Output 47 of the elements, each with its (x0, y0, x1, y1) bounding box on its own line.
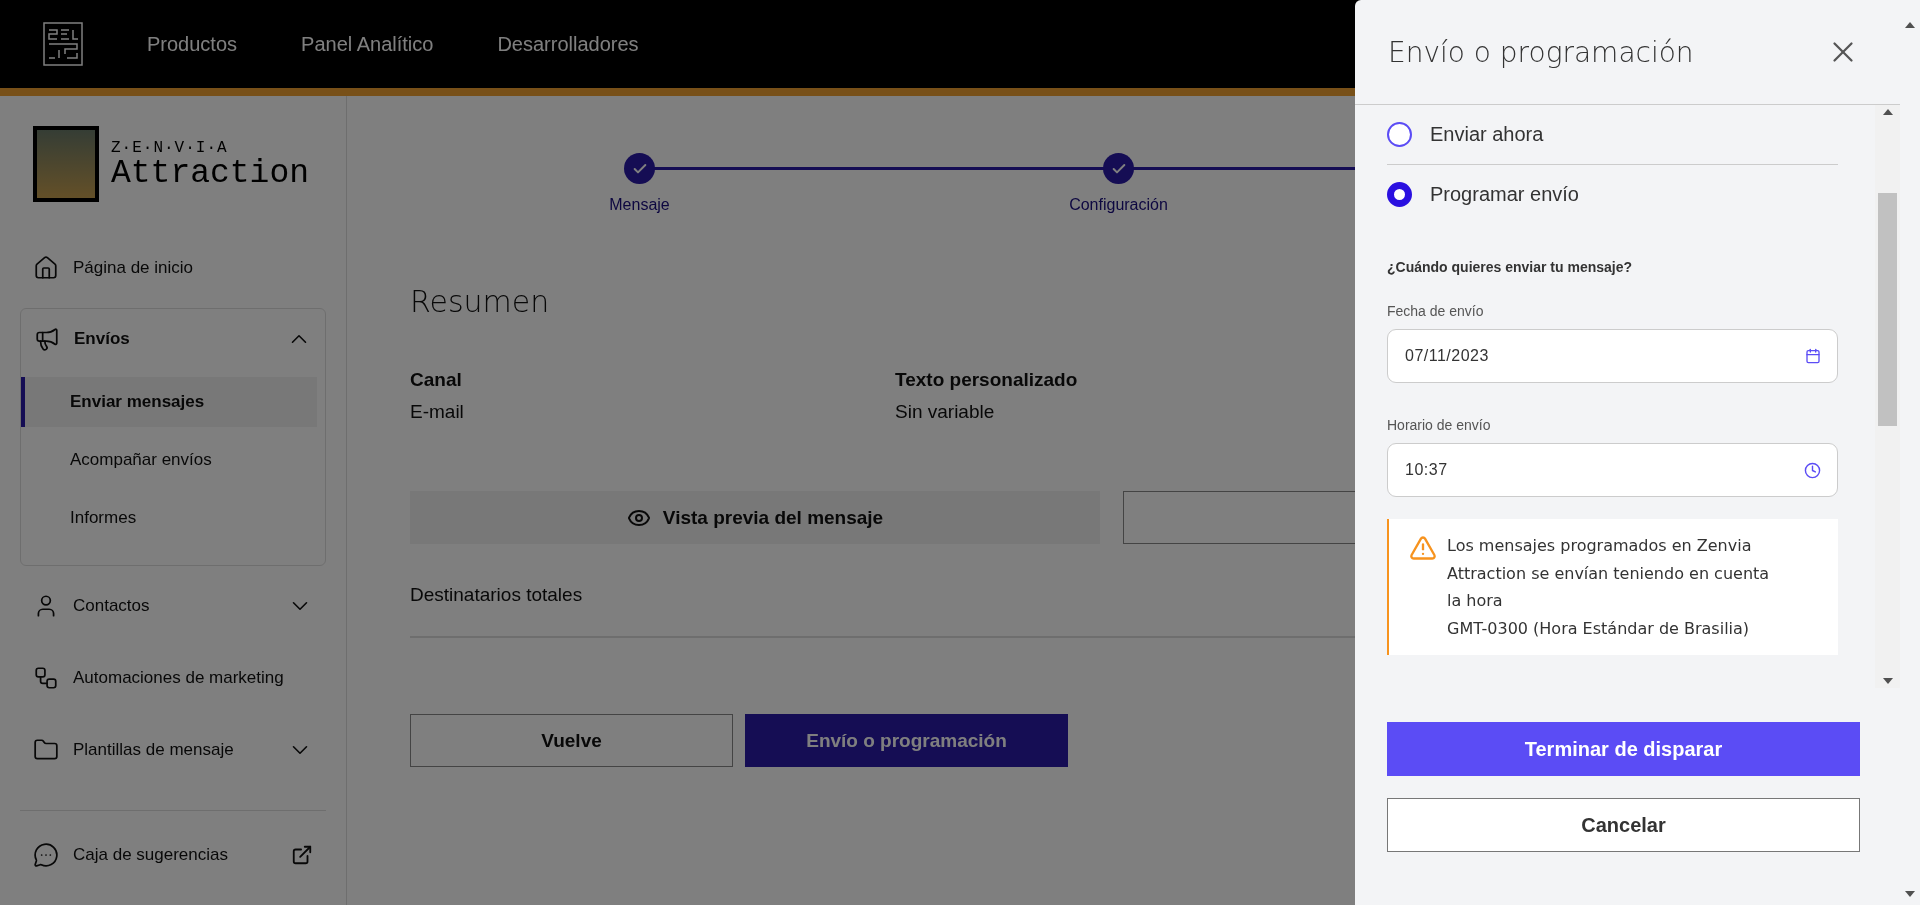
field-value: Sin variable (895, 401, 996, 423)
cancel-button[interactable]: Cancelar (1387, 798, 1860, 852)
scrollbar[interactable] (1875, 105, 1900, 688)
nav-link[interactable]: Desarrolladores (497, 32, 639, 56)
field-label: Texto personalizado (895, 369, 1079, 391)
field-value: E-mail (410, 401, 465, 423)
time-field[interactable]: 10:37 (1387, 443, 1838, 497)
question-text: ¿Cuándo quieres enviar tu mensaje? (1387, 259, 1634, 275)
preview-button[interactable]: Vista previa del mensaje (410, 491, 1100, 544)
back-button[interactable]: Vuelve (410, 714, 733, 767)
step-label: Configuración (1069, 196, 1168, 214)
radio-label[interactable]: Enviar ahora (1430, 123, 1544, 146)
field-label: Horario de envío (1387, 417, 1492, 433)
calendar-icon (1805, 348, 1821, 364)
field-label: Fecha de envío (1387, 303, 1485, 319)
external-link-icon (291, 844, 313, 866)
nav-subitem[interactable]: Informes (21, 493, 317, 543)
radio-label[interactable]: Programar envío (1430, 182, 1579, 206)
nav-link[interactable]: Panel Analítico (301, 32, 434, 56)
nav-item[interactable]: Plantillas de mensaje (73, 740, 273, 760)
section-title: Resumen (410, 284, 550, 319)
drawer-title: Envío o programación (1388, 35, 1694, 69)
logo-icon (43, 22, 83, 66)
nav-icon (33, 737, 59, 763)
nav-item[interactable]: Caja de sugerencias (73, 845, 277, 865)
nav-link[interactable]: Productos (147, 32, 238, 56)
clock-icon (1804, 461, 1821, 479)
date-field[interactable]: 07/11/2023 (1387, 329, 1838, 383)
confirm-button[interactable]: Terminar de disparar (1387, 722, 1860, 776)
submit-button[interactable]: Envío o programación (745, 714, 1068, 767)
field-label: Canal (410, 369, 463, 391)
nav-icon (33, 255, 59, 281)
nav-icon (33, 665, 59, 691)
brand-name: Attraction (111, 156, 310, 190)
brand-tagline: Z·E·N·V·I·A (111, 138, 229, 157)
nav-item[interactable]: Contactos (73, 596, 273, 616)
nav-item[interactable]: Automaciones de marketing (73, 668, 313, 688)
nav-item[interactable]: Página de inicio (73, 258, 313, 278)
nav-icon (34, 326, 60, 352)
nav-subitem[interactable]: Acompañar envíos (21, 435, 317, 485)
radio-button[interactable] (1387, 122, 1412, 147)
chat-icon (33, 842, 59, 868)
radio-button[interactable] (1387, 181, 1412, 207)
step-label: Mensaje (609, 196, 670, 214)
nav-item[interactable]: Envíos (74, 329, 272, 349)
warning-icon (1409, 534, 1437, 562)
nav-subitem[interactable]: Enviar mensajes (21, 377, 317, 427)
